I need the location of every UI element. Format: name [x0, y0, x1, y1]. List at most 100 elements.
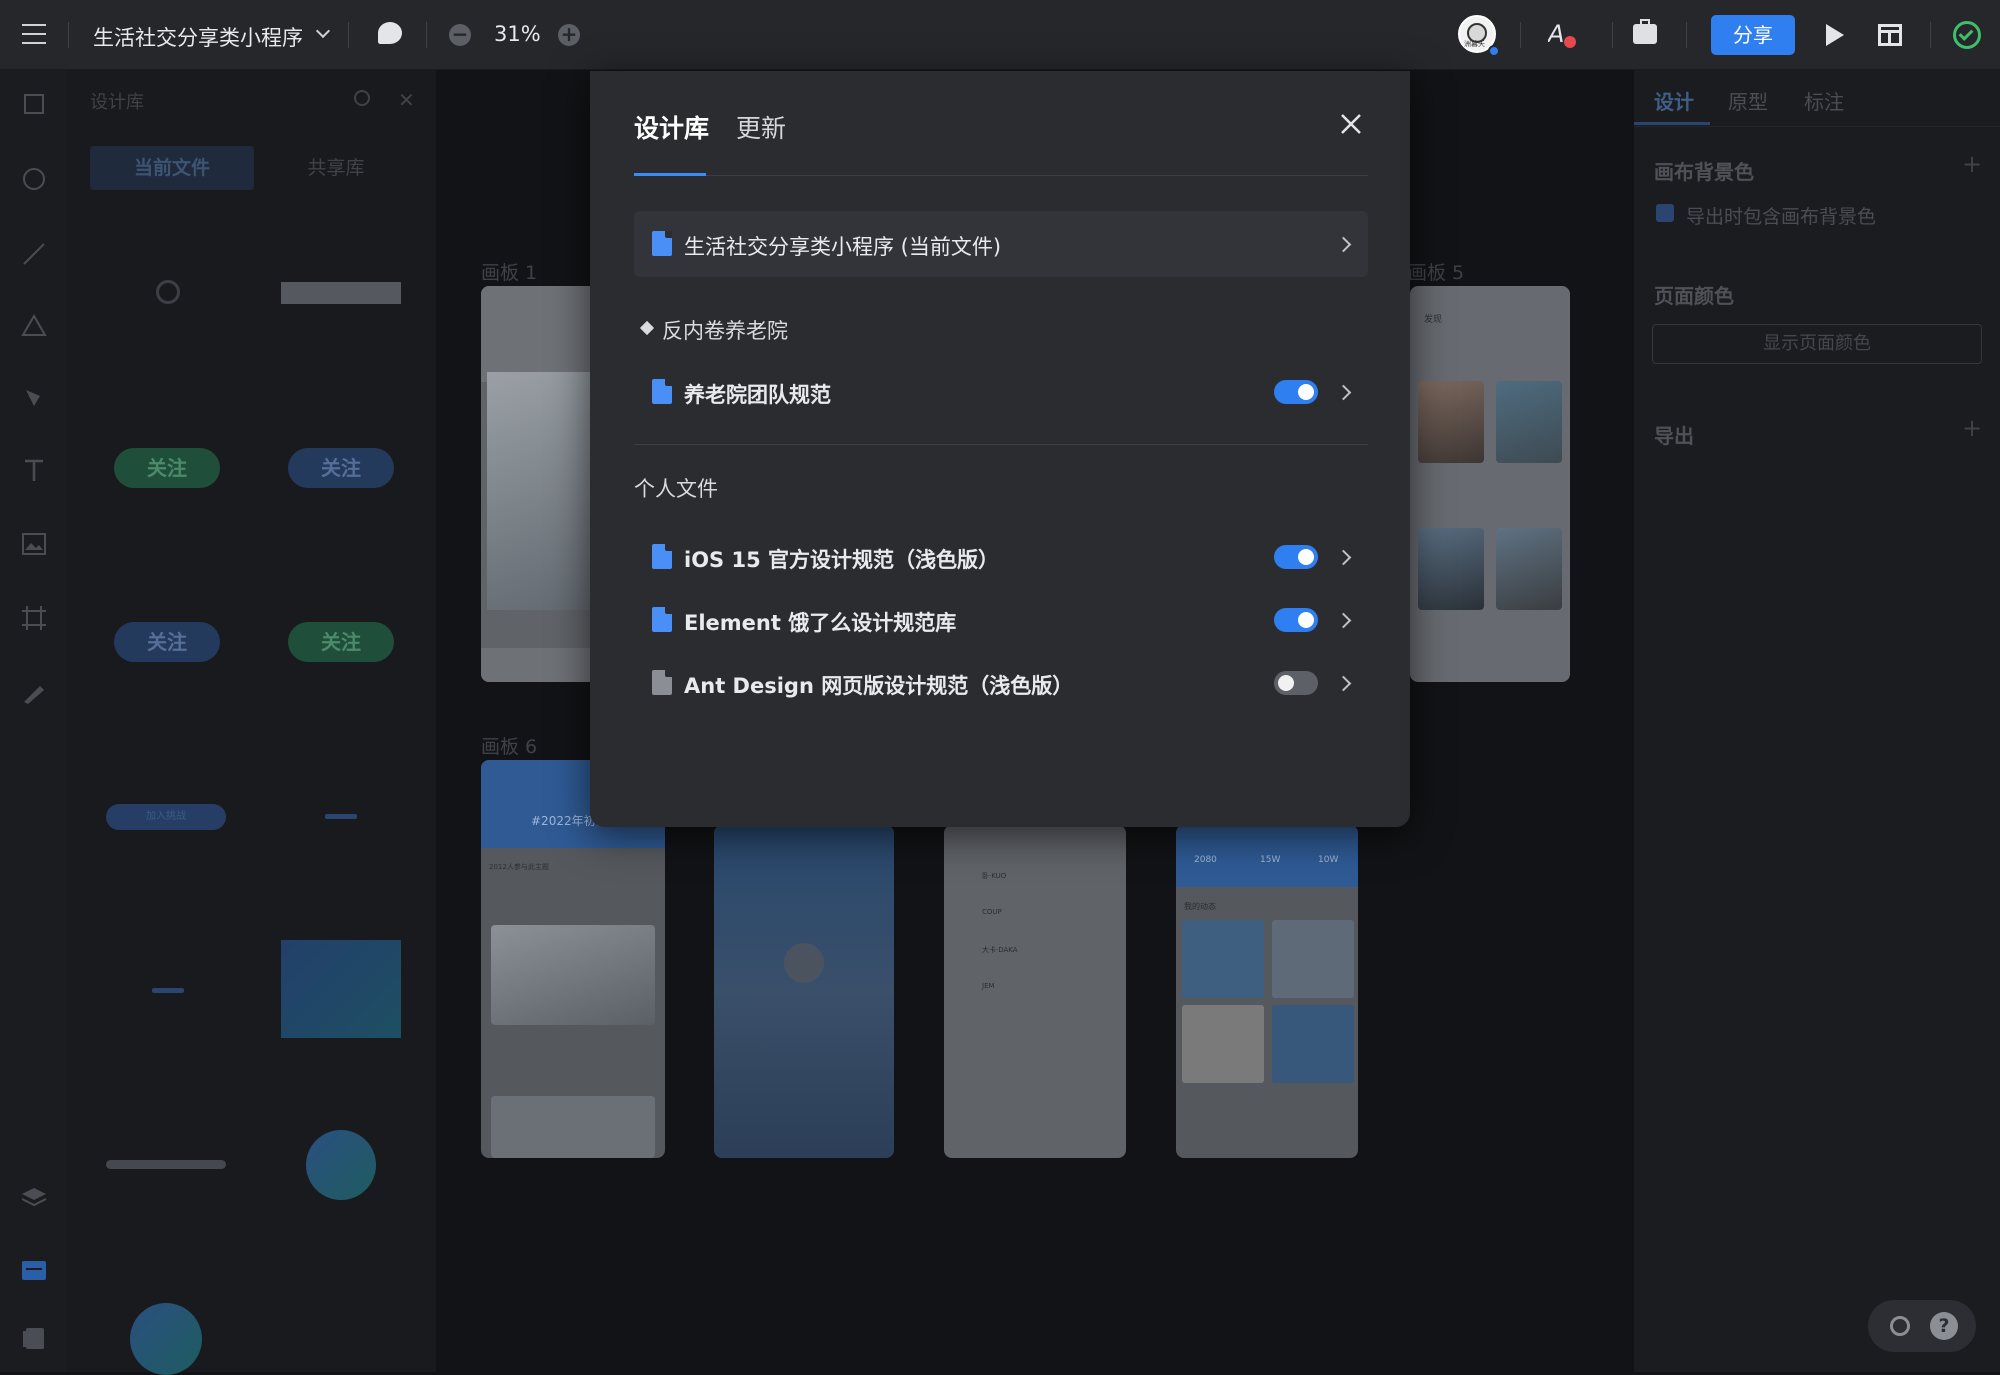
plugin-toolbox-icon[interactable] — [1633, 19, 1657, 44]
file-icon — [652, 379, 672, 404]
export-bg-label: 导出时包含画布背景色 — [1686, 206, 1877, 228]
zoom-level[interactable]: 31% — [494, 22, 541, 46]
properties-panel: 设计 原型 标注 画布背景色 + 导出时包含画布背景色 页面颜色 显示页面颜色 … — [1634, 70, 2000, 1372]
pen-tool-icon[interactable] — [20, 384, 48, 412]
library-row[interactable]: 养老院团队规范 — [634, 359, 1368, 425]
component-join-challenge[interactable]: 加入挑战 — [106, 804, 226, 830]
line-tool-icon[interactable] — [20, 240, 48, 268]
chevron-right-icon[interactable] — [1335, 236, 1352, 253]
triangle-tool-icon[interactable] — [20, 312, 48, 340]
avatar-text: 洲暮天 — [1464, 40, 1485, 48]
chevron-right-icon[interactable] — [1335, 675, 1352, 692]
rectangle-tool-icon[interactable] — [24, 94, 44, 114]
tools-icon[interactable]: ✕ — [398, 88, 415, 112]
file-icon — [652, 607, 672, 632]
component-slider-bar[interactable] — [106, 1160, 226, 1169]
board-label[interactable]: 画板 5 — [1408, 258, 1464, 285]
help-icon[interactable]: ? — [1930, 1312, 1958, 1340]
library-row[interactable]: Element 饿了么设计规范库 — [634, 587, 1368, 653]
export-bg-checkbox[interactable] — [1656, 204, 1674, 222]
frame-tool-icon[interactable] — [20, 604, 48, 632]
chevron-right-icon[interactable] — [1335, 549, 1352, 566]
tab-current-file[interactable]: 当前文件 — [90, 146, 254, 190]
show-page-color-button[interactable]: 显示页面颜色 — [1652, 324, 1982, 364]
component-gradient-circle[interactable] — [130, 1303, 202, 1375]
component-follow-button[interactable]: 关注 — [114, 448, 220, 488]
library-name: 养老院团队规范 — [684, 383, 831, 407]
zoom-out-button[interactable]: − — [449, 24, 471, 46]
profile-stat: 15W — [1260, 855, 1281, 865]
theme-toggle-icon[interactable] — [1890, 1316, 1910, 1336]
text-tool-icon[interactable] — [20, 456, 48, 484]
chevron-right-icon[interactable] — [1335, 384, 1352, 401]
file-title[interactable]: 生活社交分享类小程序 — [93, 22, 303, 52]
share-button[interactable]: 分享 — [1711, 15, 1795, 55]
export-title: 导出 — [1654, 424, 1694, 448]
design-library-icon[interactable] — [20, 1256, 48, 1284]
chat-name: JEM — [982, 982, 995, 990]
chevron-right-icon[interactable] — [1335, 612, 1352, 629]
profile-stat: 2080 — [1194, 855, 1217, 865]
board6-participants: 2012人参与此主题 — [489, 863, 549, 871]
top-bar: 生活社交分享类小程序 − 31% + 洲暮天 A 分享 — [0, 0, 2000, 70]
tab-prototype[interactable]: 原型 — [1728, 86, 1768, 115]
component-gradient-card[interactable] — [281, 940, 401, 1038]
tab-design-library[interactable]: 设计库 — [634, 109, 709, 145]
tab-updates[interactable]: 更新 — [736, 109, 786, 145]
library-name: Ant Design 网页版设计规范（浅色版） — [684, 674, 1074, 698]
panel-title: 设计库 — [90, 92, 144, 113]
component-search-icon[interactable] — [156, 280, 180, 304]
chevron-down-icon[interactable] — [315, 23, 331, 39]
library-toggle[interactable] — [1274, 545, 1318, 569]
artboard-video[interactable] — [714, 825, 894, 1158]
tab-design[interactable]: 设计 — [1654, 86, 1694, 115]
artboard-5[interactable]: 发现 — [1410, 286, 1570, 682]
file-icon — [652, 544, 672, 569]
library-toggle[interactable] — [1274, 380, 1318, 404]
search-icon[interactable] — [354, 90, 370, 106]
board-label[interactable]: 画板 1 — [481, 258, 537, 285]
artboard-messages[interactable]: 卧·KUO COUP 大卡·DAKA JEM — [944, 825, 1126, 1158]
image-tool-icon[interactable] — [20, 530, 48, 558]
avatar[interactable]: 洲暮天 — [1458, 15, 1500, 57]
library-toggle[interactable] — [1274, 671, 1318, 695]
zoom-in-button[interactable]: + — [558, 24, 580, 46]
library-name: Element 饿了么设计规范库 — [684, 611, 957, 635]
chat-name: 卧·KUO — [982, 872, 1007, 880]
play-icon[interactable] — [1826, 24, 1844, 46]
component-divider[interactable] — [152, 988, 184, 993]
library-row[interactable]: Ant Design 网页版设计规范（浅色版） — [634, 650, 1368, 716]
bottom-controls: ? — [1868, 1300, 1976, 1352]
layers-icon[interactable] — [20, 1184, 48, 1212]
artboard-profile[interactable]: 2080 15W 10W 我的动态 — [1176, 825, 1358, 1158]
team-name: 反内卷养老院 — [662, 319, 788, 343]
board-label[interactable]: 画板 6 — [481, 732, 537, 759]
slice-tool-icon[interactable] — [20, 678, 48, 706]
library-name: iOS 15 官方设计规范（浅色版） — [684, 548, 1000, 572]
close-icon[interactable] — [1338, 111, 1364, 137]
font-missing-icon[interactable]: A — [1546, 20, 1578, 50]
library-row[interactable]: iOS 15 官方设计规范（浅色版） — [634, 524, 1368, 590]
page-color-title: 页面颜色 — [1654, 284, 1734, 308]
personal-files-title: 个人文件 — [634, 477, 718, 501]
component-gradient-circle[interactable] — [306, 1130, 376, 1200]
layout-icon[interactable] — [1878, 24, 1902, 46]
current-file-library[interactable]: 生活社交分享类小程序 (当前文件) — [634, 211, 1368, 277]
library-toggle[interactable] — [1274, 608, 1318, 632]
tab-annotation[interactable]: 标注 — [1804, 86, 1844, 115]
tab-shared-library[interactable]: 共享库 — [254, 146, 418, 190]
sync-status-icon[interactable] — [1953, 21, 1981, 49]
add-icon[interactable]: + — [1962, 150, 1982, 178]
component-follow-button[interactable]: 关注 — [288, 622, 394, 662]
component-follow-button[interactable]: 关注 — [114, 622, 220, 662]
component-follow-button[interactable]: 关注 — [288, 448, 394, 488]
menu-icon[interactable] — [22, 22, 46, 44]
ellipse-tool-icon[interactable] — [23, 168, 45, 190]
tool-bar — [0, 70, 68, 1372]
add-icon[interactable]: + — [1962, 414, 1982, 442]
pages-icon[interactable] — [20, 1324, 48, 1352]
comment-icon[interactable] — [378, 22, 402, 44]
component-divider[interactable] — [325, 814, 357, 819]
component-tabbar-thumb[interactable] — [281, 282, 401, 304]
diamond-icon — [639, 320, 655, 336]
